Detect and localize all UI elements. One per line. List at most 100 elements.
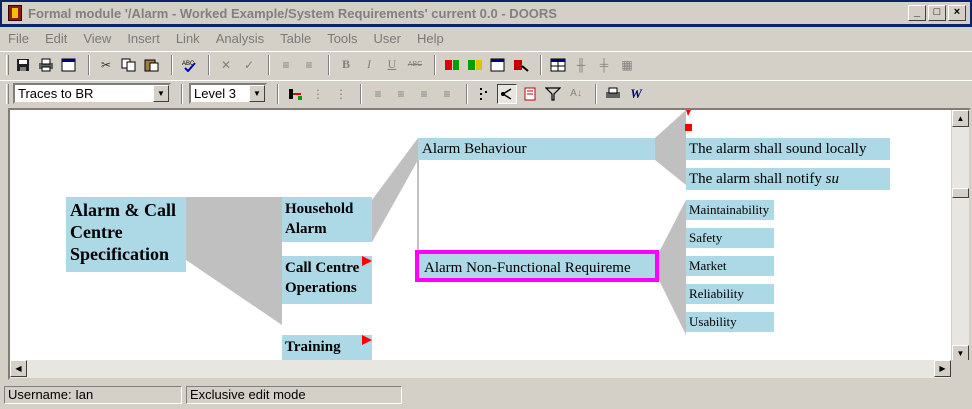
doors-app-icon[interactable]	[8, 5, 22, 21]
view-toolbar: Traces to BR ▼ Level 3 ▼ ⋮ ⋮ ≡ ≡ ≡ ≡ A↓ …	[0, 80, 972, 106]
title-bar: Formal module '/Alarm - Worked Example/S…	[0, 0, 972, 27]
node-label: Call Centre Operations	[285, 260, 360, 296]
menu-table[interactable]: Table	[280, 31, 311, 46]
insert-below-icon[interactable]: ≡	[276, 55, 296, 75]
scroll-up-icon[interactable]: ▲	[952, 110, 969, 127]
insert-row-icon[interactable]: ╪	[594, 55, 614, 75]
table-icon[interactable]	[548, 55, 568, 75]
maximize-button[interactable]: □	[928, 5, 946, 21]
print-icon[interactable]	[36, 55, 56, 75]
tree-node-call-centre[interactable]: Call Centre Operations	[282, 256, 372, 304]
node-label: Household Alarm	[285, 201, 354, 237]
view-select-value: Traces to BR	[18, 86, 94, 101]
properties-icon[interactable]	[59, 55, 79, 75]
tree-node-root[interactable]: Alarm & Call Centre Specification	[66, 197, 186, 272]
toolbar-grip[interactable]	[6, 83, 9, 104]
menu-bar: File Edit View Insert Link Analysis Tabl…	[0, 28, 972, 48]
graphics-view[interactable]: Alarm & Call Centre Specification Househ…	[8, 108, 971, 380]
node-label: Market	[689, 258, 727, 273]
node-label: Maintainability	[689, 202, 770, 217]
menu-view[interactable]: View	[83, 31, 111, 46]
node-label: Reliability	[689, 286, 744, 301]
word-export-icon[interactable]: W	[626, 84, 646, 104]
chevron-down-icon[interactable]: ▼	[153, 85, 169, 102]
scroll-left-icon[interactable]: ◀	[10, 360, 27, 377]
sort-icon[interactable]: A↓	[566, 84, 586, 104]
save-icon[interactable]	[13, 55, 33, 75]
tree-node-alarm-behaviour[interactable]: Alarm Behaviour	[418, 138, 655, 160]
tree-node-safety[interactable]: Safety	[686, 228, 774, 248]
menu-tools[interactable]: Tools	[327, 31, 357, 46]
menu-analysis[interactable]: Analysis	[216, 31, 264, 46]
status-username: Username: Ian	[4, 386, 182, 404]
node-label-italic: su	[825, 171, 839, 187]
node-label: Training	[285, 339, 341, 355]
node-label: Safety	[689, 230, 723, 245]
scrollbar-corner	[951, 360, 969, 378]
spell-check-icon[interactable]: ABC	[179, 55, 199, 75]
table-grid-icon[interactable]: ▦	[617, 55, 637, 75]
chevron-down-icon[interactable]: ▼	[249, 85, 265, 102]
node-label: The alarm shall sound locally	[689, 141, 867, 157]
link-start-icon[interactable]	[442, 55, 462, 75]
tree-node-non-functional[interactable]: Alarm Non-Functional Requireme	[415, 250, 659, 282]
link-in-icon[interactable]: ⋮	[308, 84, 328, 104]
scrollbar-thumb[interactable]	[952, 188, 969, 198]
align-center-icon[interactable]: ≡	[391, 84, 411, 104]
justify-icon[interactable]: ≡	[437, 84, 457, 104]
menu-file[interactable]: File	[8, 31, 29, 46]
graphics-mode-icon[interactable]	[497, 83, 517, 104]
view-select[interactable]: Traces to BR ▼	[13, 83, 171, 104]
printer-setup-icon[interactable]	[603, 84, 623, 104]
checkmark-icon[interactable]: ✓	[239, 55, 259, 75]
tree-node-notify[interactable]: The alarm shall notify su	[686, 168, 890, 190]
filter-icon[interactable]	[543, 84, 563, 104]
tree-node-market[interactable]: Market	[686, 256, 774, 276]
tree-node-reliability[interactable]: Reliability	[686, 284, 774, 304]
minimize-button[interactable]: _	[908, 5, 926, 21]
tree-node-maintainability[interactable]: Maintainability	[686, 200, 774, 220]
link-end-icon[interactable]	[465, 55, 485, 75]
menu-link[interactable]: Link	[176, 31, 200, 46]
menu-help[interactable]: Help	[417, 31, 444, 46]
document-view-icon[interactable]	[520, 84, 540, 104]
node-label: Alarm & Call Centre Specification	[70, 200, 176, 264]
align-right-icon[interactable]: ≡	[414, 84, 434, 104]
cut-icon[interactable]: ✂	[96, 55, 116, 75]
scroll-right-icon[interactable]: ▶	[934, 360, 951, 377]
paste-icon[interactable]	[142, 55, 162, 75]
outline-icon[interactable]	[474, 84, 494, 104]
horizontal-scrollbar[interactable]: ◀ ▶	[10, 360, 951, 378]
menu-user[interactable]: User	[374, 31, 401, 46]
close-button[interactable]: ×	[948, 5, 966, 21]
copy-icon[interactable]	[119, 55, 139, 75]
tree-node-household-alarm[interactable]: Household Alarm	[282, 197, 372, 242]
node-label: Usability	[689, 314, 737, 329]
bold-icon[interactable]: B	[336, 55, 356, 75]
node-label: The alarm shall notify	[689, 171, 826, 187]
delete-icon[interactable]: ✕	[216, 55, 236, 75]
italic-icon[interactable]: I	[359, 55, 379, 75]
align-left-icon[interactable]: ≡	[368, 84, 388, 104]
menu-edit[interactable]: Edit	[45, 31, 67, 46]
insert-child-icon[interactable]: ≡	[299, 55, 319, 75]
strikethrough-icon[interactable]: ABC	[405, 55, 425, 75]
underline-icon[interactable]: U	[382, 55, 402, 75]
insert-column-icon[interactable]: ╫	[571, 55, 591, 75]
link-marker-icon	[362, 335, 372, 345]
level-select[interactable]: Level 3 ▼	[189, 83, 267, 104]
tree-node-sound-locally[interactable]: The alarm shall sound locally	[686, 138, 890, 160]
level-select-value: Level 3	[194, 86, 236, 101]
module-properties-icon[interactable]	[488, 55, 508, 75]
tree-node-usability[interactable]: Usability	[686, 312, 774, 332]
link-filter-icon[interactable]	[285, 84, 305, 104]
vertical-scrollbar[interactable]: ▲ ▼	[951, 110, 969, 362]
link-marker-icon	[362, 256, 372, 266]
toolbar-grip[interactable]	[6, 54, 9, 75]
link-delete-icon[interactable]	[511, 55, 531, 75]
tree-node-training[interactable]: Training	[282, 335, 372, 360]
link-out-icon[interactable]: ⋮	[331, 84, 351, 104]
window-title: Formal module '/Alarm - Worked Example/S…	[28, 5, 557, 21]
menu-insert[interactable]: Insert	[127, 31, 160, 46]
node-label: Alarm Behaviour	[422, 141, 527, 157]
